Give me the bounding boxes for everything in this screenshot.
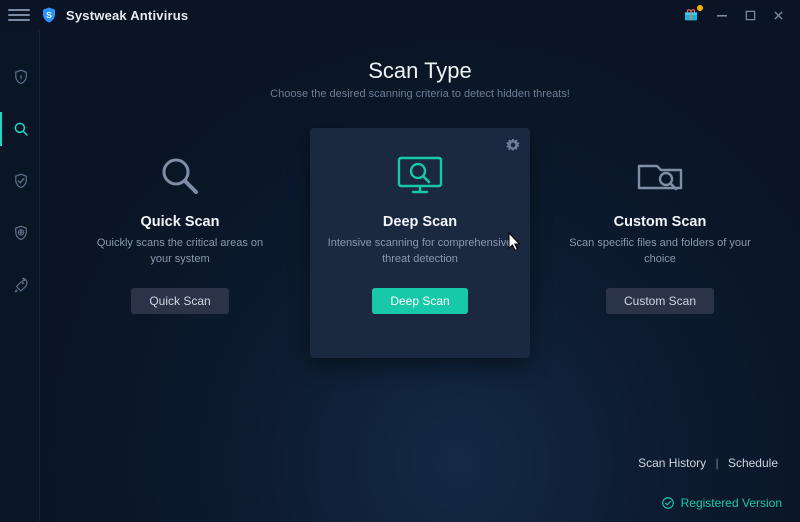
- sidebar: [0, 30, 40, 522]
- titlebar: S Systweak Antivirus: [0, 0, 800, 30]
- check-circle-icon: [661, 496, 675, 510]
- custom-scan-button[interactable]: Custom Scan: [606, 288, 714, 314]
- gear-icon[interactable]: [506, 138, 520, 157]
- card-desc: Scan specific files and folders of your …: [566, 236, 754, 270]
- card-desc: Intensive scanning for comprehensive thr…: [326, 236, 514, 270]
- close-button[interactable]: [764, 1, 792, 29]
- card-title: Quick Scan: [141, 214, 220, 230]
- schedule-link[interactable]: Schedule: [728, 456, 778, 470]
- app-title: Systweak Antivirus: [66, 8, 188, 23]
- sidebar-item-boost[interactable]: [0, 268, 40, 302]
- sidebar-item-protection[interactable]: [0, 60, 40, 94]
- card-quick-scan[interactable]: Quick Scan Quickly scans the critical ar…: [70, 128, 290, 358]
- card-title: Deep Scan: [383, 214, 457, 230]
- scan-cards: Quick Scan Quickly scans the critical ar…: [64, 128, 776, 358]
- app-logo-icon: S: [40, 6, 58, 24]
- scan-history-link[interactable]: Scan History: [638, 456, 706, 470]
- notification-dot-icon: [696, 4, 704, 12]
- minimize-button[interactable]: [708, 1, 736, 29]
- card-title: Custom Scan: [614, 214, 707, 230]
- card-deep-scan[interactable]: Deep Scan Intensive scanning for compreh…: [310, 128, 530, 358]
- hamburger-menu-button[interactable]: [8, 4, 30, 26]
- search-icon: [156, 148, 204, 204]
- card-desc: Quickly scans the critical areas on your…: [86, 236, 274, 270]
- sidebar-item-web[interactable]: [0, 216, 40, 250]
- card-custom-scan[interactable]: Custom Scan Scan specific files and fold…: [550, 128, 770, 358]
- sidebar-item-quarantine[interactable]: [0, 164, 40, 198]
- page-title: Scan Type: [64, 58, 776, 84]
- footer-links: Scan History | Schedule: [638, 456, 778, 470]
- page-subtitle: Choose the desired scanning criteria to …: [64, 88, 776, 100]
- registered-version-link[interactable]: Registered Version: [661, 496, 782, 510]
- svg-text:S: S: [46, 11, 52, 20]
- separator: |: [715, 456, 718, 470]
- monitor-search-icon: [393, 148, 447, 204]
- main-content: Scan Type Choose the desired scanning cr…: [40, 30, 800, 522]
- registered-label: Registered Version: [681, 496, 782, 510]
- deep-scan-button[interactable]: Deep Scan: [372, 288, 467, 314]
- quick-scan-button[interactable]: Quick Scan: [131, 288, 228, 314]
- folder-search-icon: [633, 148, 687, 204]
- maximize-button[interactable]: [736, 1, 764, 29]
- sidebar-item-scan[interactable]: [0, 112, 40, 146]
- offers-icon[interactable]: [680, 6, 702, 24]
